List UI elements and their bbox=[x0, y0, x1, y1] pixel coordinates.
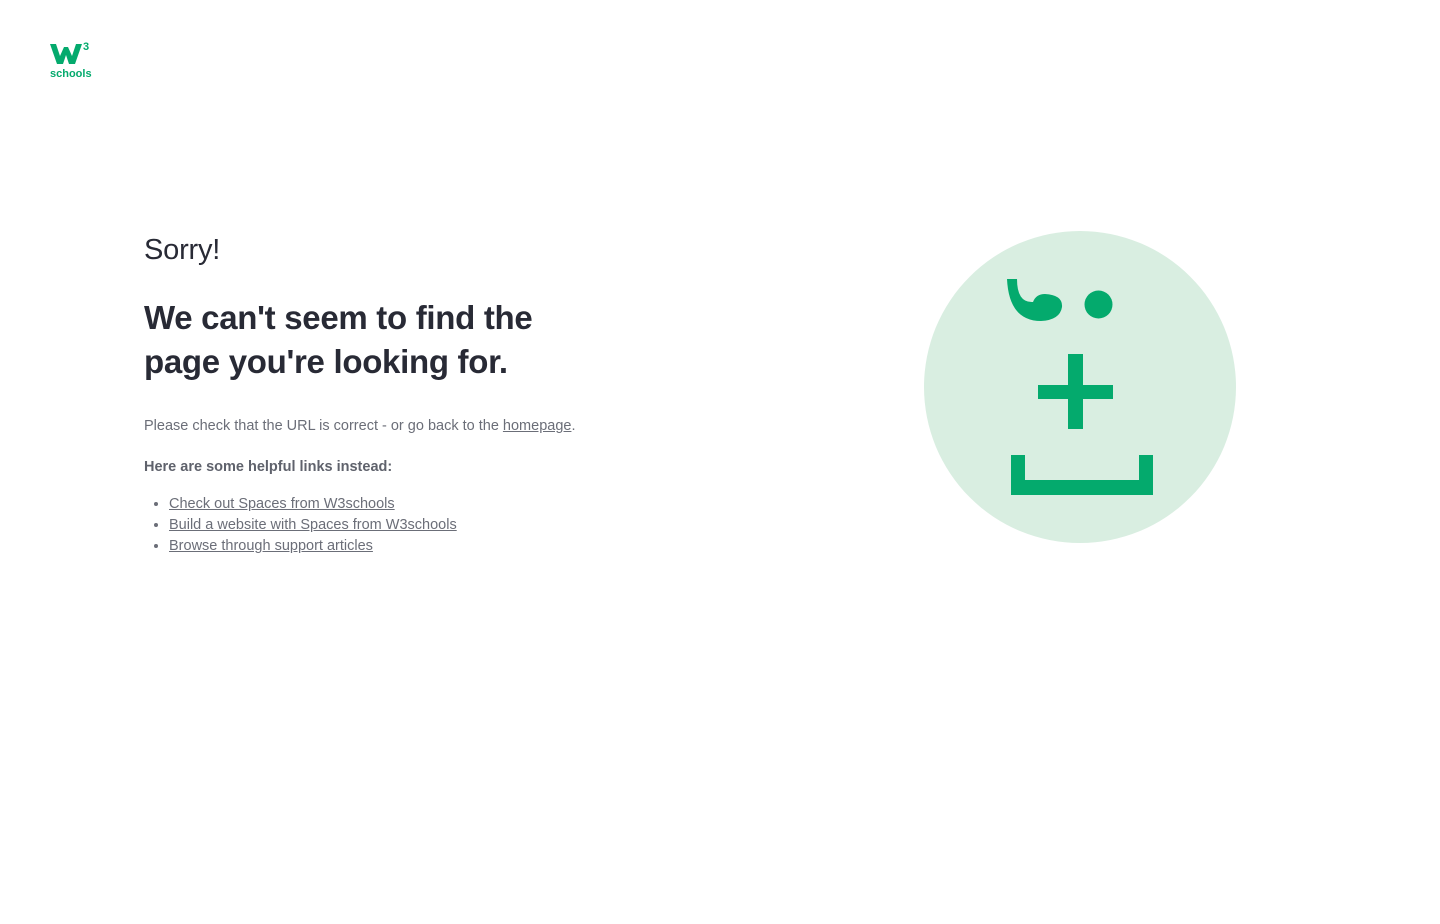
error-content: Sorry! We can't seem to find the page yo… bbox=[144, 230, 584, 557]
helpful-links-heading: Here are some helpful links instead: bbox=[144, 459, 393, 475]
logo-superscript: 3 bbox=[83, 41, 89, 53]
build-website-link[interactable]: Build a website with Spaces from W3schoo… bbox=[169, 517, 457, 533]
confused-face-icon bbox=[924, 231, 1236, 543]
error-message-suffix: . bbox=[571, 418, 576, 434]
w3schools-logo[interactable]: 3 schools bbox=[48, 38, 94, 80]
helpful-links-list: Check out Spaces from W3schools Build a … bbox=[144, 494, 584, 557]
nose-horizontal bbox=[1038, 385, 1113, 399]
error-page: 3 schools Sorry! We can't seem to find t… bbox=[0, 0, 1440, 924]
homepage-link[interactable]: homepage bbox=[503, 418, 572, 434]
right-eye bbox=[1084, 290, 1113, 319]
logo-wordmark: schools bbox=[50, 68, 92, 80]
list-item: Check out Spaces from W3schools bbox=[169, 494, 584, 515]
w3schools-logo-icon: 3 schools bbox=[50, 41, 92, 80]
error-message-text: Please check that the URL is correct - o… bbox=[144, 418, 499, 434]
error-message: Please check that the URL is correct - o… bbox=[144, 416, 584, 437]
page-title: We can't seem to find the page you're lo… bbox=[144, 299, 533, 380]
list-item: Build a website with Spaces from W3schoo… bbox=[169, 515, 584, 536]
spaces-link[interactable]: Check out Spaces from W3schools bbox=[169, 496, 395, 512]
list-item: Browse through support articles bbox=[169, 536, 584, 557]
support-articles-link[interactable]: Browse through support articles bbox=[169, 538, 373, 554]
sorry-heading: Sorry! bbox=[144, 234, 221, 266]
confused-face-illustration bbox=[924, 231, 1236, 543]
